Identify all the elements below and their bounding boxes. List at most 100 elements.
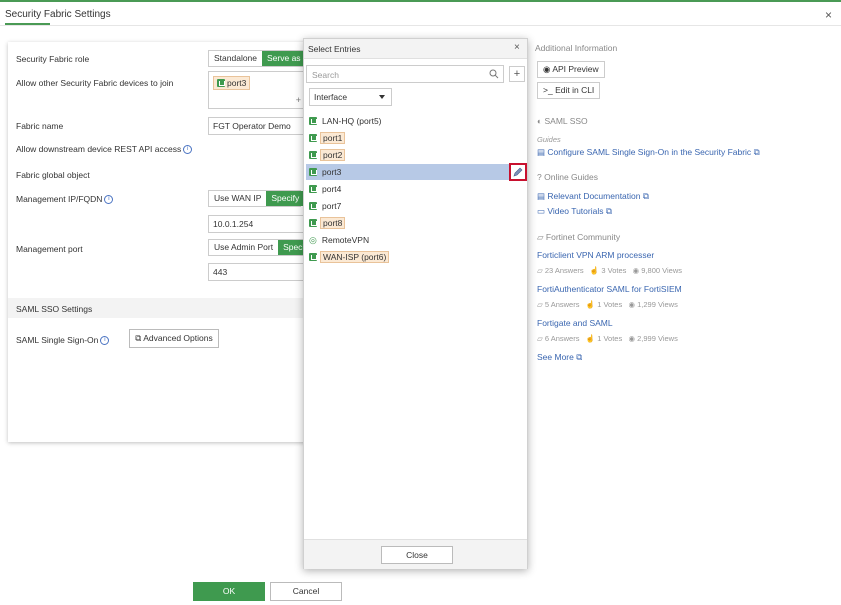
- mgmt-ip-option-specify[interactable]: Specify: [266, 191, 305, 206]
- api-preview-button[interactable]: ◉ API Preview: [537, 61, 605, 78]
- interface-icon: [309, 168, 317, 176]
- entry-item[interactable]: port4: [306, 181, 525, 197]
- entry-name: port1: [320, 132, 346, 144]
- see-more-link[interactable]: See More ⧉: [537, 352, 582, 363]
- entry-item[interactable]: WAN-ISP (port6): [306, 249, 525, 265]
- rest-api-label: Allow downstream device REST API access i: [16, 144, 193, 155]
- saml-icon: ◐: [537, 116, 543, 126]
- entry-item[interactable]: port7: [306, 198, 525, 214]
- interface-icon: [309, 202, 317, 210]
- vpn-icon: ◎: [309, 234, 317, 245]
- role-label: Security Fabric role: [16, 54, 90, 64]
- info-icon: i: [100, 336, 110, 346]
- search-icon[interactable]: [489, 69, 499, 79]
- document-icon: ▤: [537, 147, 546, 157]
- ok-button[interactable]: OK: [193, 582, 265, 601]
- chevron-down-icon: [379, 95, 385, 99]
- community-heading: ▱ Fortinet Community: [537, 232, 621, 242]
- external-link-icon: ⧉: [135, 333, 142, 343]
- advanced-options-button[interactable]: ⧉ Advanced Options: [129, 329, 219, 348]
- interface-icon: [309, 151, 317, 159]
- community-post-link[interactable]: Forticlient VPN ARM processer: [537, 250, 654, 260]
- entry-item[interactable]: port8: [306, 215, 525, 231]
- title-underline: [5, 23, 50, 25]
- interface-icon: [309, 219, 317, 227]
- saml-section-title: SAML SSO Settings: [16, 304, 93, 314]
- allow-join-label: Allow other Security Fabric devices to j…: [16, 78, 174, 88]
- video-tutorials-link[interactable]: ▭ Video Tutorials ⧉: [537, 206, 612, 217]
- entry-name: port7: [322, 201, 342, 211]
- mgmt-port-segmented-control[interactable]: Use Admin Port Specif: [208, 239, 310, 256]
- additional-info-heading: Additional Information: [535, 43, 618, 53]
- mgmt-port-label: Management port: [16, 244, 83, 254]
- fabric-name-input[interactable]: FGT Operator Demo: [208, 117, 308, 135]
- entry-name: LAN-HQ (port5): [322, 116, 382, 126]
- entry-item[interactable]: port1: [306, 130, 525, 146]
- cancel-button[interactable]: Cancel: [270, 582, 342, 601]
- dialog-title: Select Entries: [308, 44, 361, 54]
- allow-join-interface-field[interactable]: port3 +: [208, 71, 308, 109]
- eye-icon: ◉: [632, 266, 640, 275]
- video-icon: ▭: [537, 206, 546, 216]
- info-icon: i: [104, 195, 114, 205]
- select-entries-dialog: Select Entries × Search + Interface LAN-…: [303, 38, 528, 569]
- add-icon[interactable]: +: [296, 95, 301, 105]
- mgmt-port-option-admin[interactable]: Use Admin Port: [209, 240, 278, 255]
- post-meta: ▱ 6 Answers ☝ 1 Votes ◉ 2,999 Views: [537, 334, 678, 343]
- mgmt-ip-label: Management IP/FQDN i: [16, 194, 114, 205]
- external-link-icon: ⧉: [605, 206, 612, 216]
- add-entry-button[interactable]: +: [509, 66, 525, 82]
- global-object-label: Fabric global object: [16, 170, 90, 180]
- close-window-icon[interactable]: ×: [825, 8, 832, 22]
- community-post-link[interactable]: FortiAuthenticator SAML for FortiSIEM: [537, 284, 682, 294]
- entry-type-select[interactable]: Interface: [309, 88, 392, 106]
- guides-label: Guides: [537, 135, 561, 144]
- mgmt-ip-segmented-control[interactable]: Use WAN IP Specify: [208, 190, 305, 207]
- mgmt-port-input[interactable]: 443: [208, 263, 308, 281]
- search-input[interactable]: Search: [306, 65, 504, 83]
- answers-icon: ▱: [537, 300, 543, 309]
- entry-item[interactable]: LAN-HQ (port5): [306, 113, 525, 129]
- answers-icon: ▱: [537, 334, 543, 343]
- post-meta: ▱ 23 Answers ☝ 3 Votes ◉ 9,800 Views: [537, 266, 683, 275]
- entry-name: port3: [322, 167, 342, 177]
- dialog-header: Select Entries ×: [304, 39, 527, 59]
- edit-cli-button[interactable]: >_ Edit in CLI: [537, 82, 601, 99]
- entry-name: port8: [320, 217, 346, 229]
- close-button[interactable]: Close: [381, 546, 453, 564]
- interface-tag: port3: [213, 76, 251, 90]
- interface-icon: [309, 117, 317, 125]
- chat-icon: ▱: [537, 232, 544, 242]
- entry-item[interactable]: port3: [306, 164, 525, 180]
- role-option-standalone[interactable]: Standalone: [209, 51, 262, 66]
- external-link-icon: ⧉: [642, 191, 649, 201]
- mgmt-ip-input[interactable]: 10.0.1.254: [208, 215, 308, 233]
- community-post-link[interactable]: Fortigate and SAML: [537, 318, 613, 328]
- eye-icon: ◉: [543, 64, 551, 74]
- dialog-footer: Close: [304, 539, 527, 569]
- question-icon: ?: [537, 172, 542, 182]
- document-icon: ▤: [537, 191, 546, 201]
- info-icon: i: [183, 145, 193, 155]
- interface-icon: [309, 134, 317, 142]
- entry-item[interactable]: port2: [306, 147, 525, 163]
- edit-entry-button[interactable]: [509, 163, 527, 181]
- interface-icon: [309, 185, 317, 193]
- interface-icon: [309, 253, 317, 261]
- fabric-name-label: Fabric name: [16, 121, 64, 131]
- entry-name: port2: [320, 149, 346, 161]
- external-link-icon: ⧉: [576, 352, 583, 362]
- thumbs-up-icon: ☝: [585, 300, 596, 309]
- entry-name: RemoteVPN: [321, 235, 370, 245]
- post-meta: ▱ 5 Answers ☝ 1 Votes ◉ 1,299 Views: [537, 300, 678, 309]
- thumbs-up-icon: ☝: [585, 334, 596, 343]
- relevant-docs-link[interactable]: ▤ Relevant Documentation ⧉: [537, 191, 649, 202]
- entry-item[interactable]: ◎ RemoteVPN: [306, 232, 525, 248]
- online-guides-heading: ? Online Guides: [537, 172, 598, 182]
- saml-sso-heading: ◐ SAML SSO: [537, 116, 588, 126]
- guide-link[interactable]: ▤ Configure SAML Single Sign-On in the S…: [537, 147, 760, 158]
- close-icon[interactable]: ×: [514, 42, 520, 53]
- terminal-icon: >_: [543, 85, 553, 95]
- external-link-icon: ⧉: [753, 147, 760, 157]
- mgmt-ip-option-wan[interactable]: Use WAN IP: [209, 191, 266, 206]
